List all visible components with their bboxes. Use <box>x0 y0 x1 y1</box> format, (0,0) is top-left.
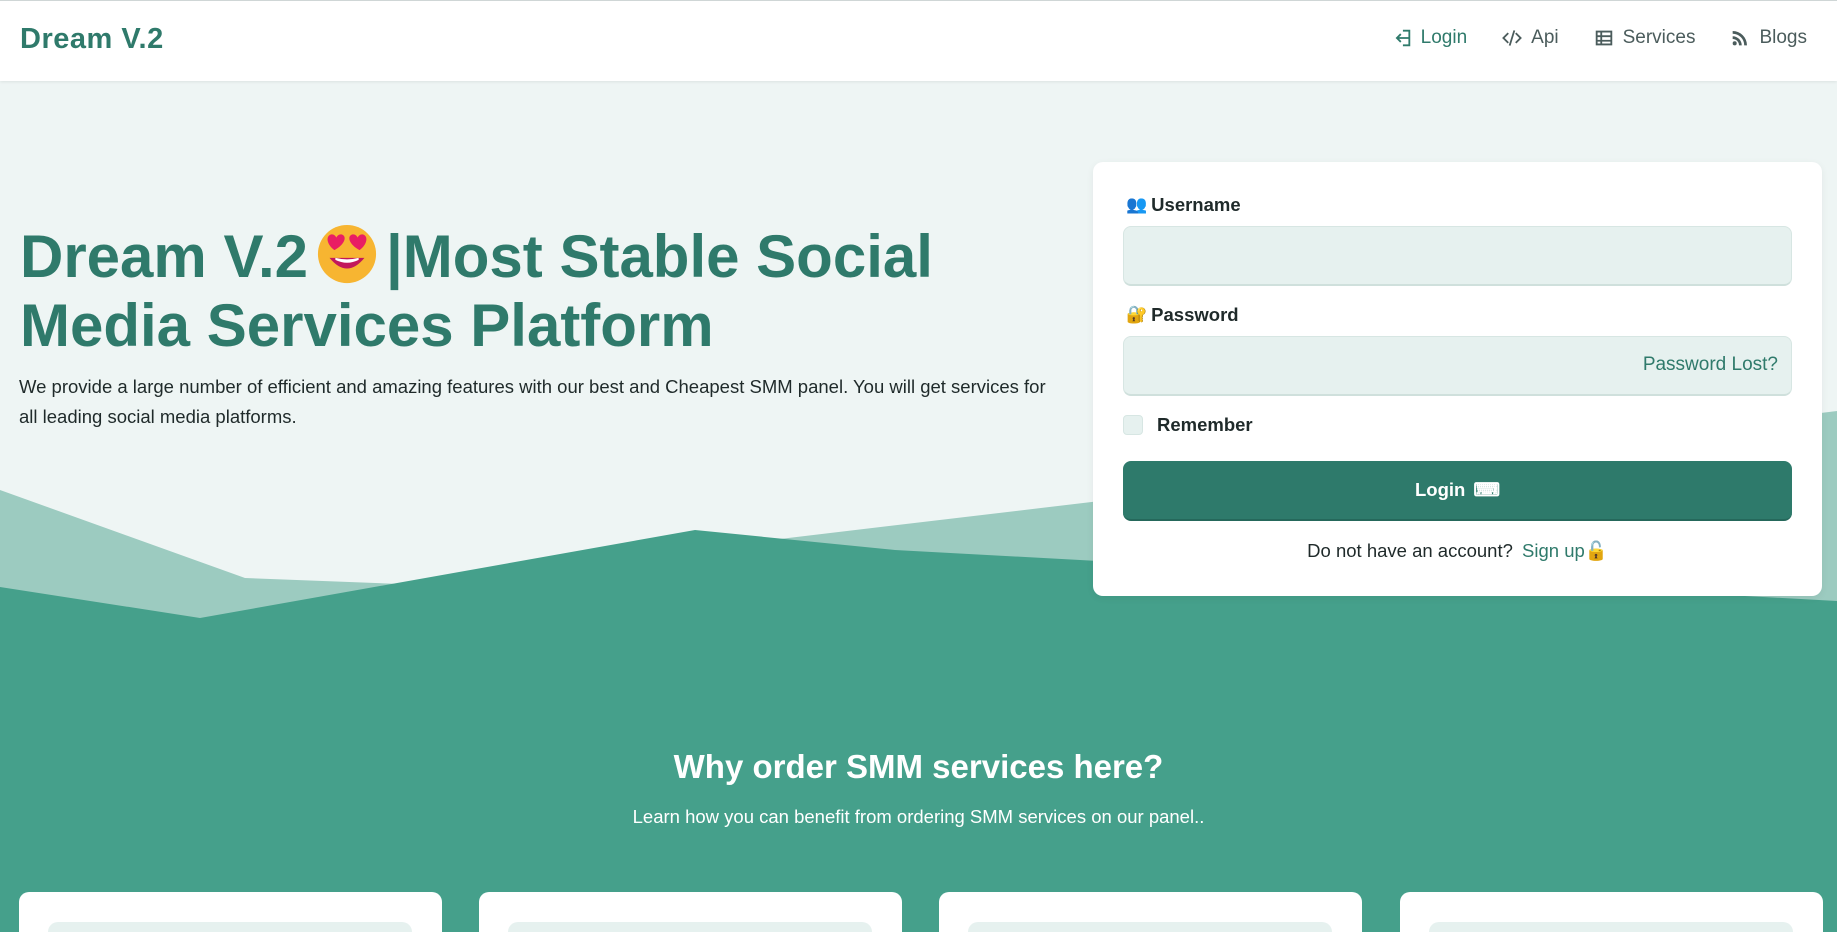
feature-card <box>19 892 442 932</box>
main-nav: Login Api Services Blogs <box>1391 27 1807 49</box>
password-lost-link[interactable]: Password Lost? <box>1643 354 1778 376</box>
signup-prompt: Do not have an account? Sign up🔓 <box>1307 540 1608 561</box>
username-label: 👥 Username <box>1126 194 1241 215</box>
users-icon: 👥 <box>1126 195 1148 214</box>
feature-card-header <box>508 922 872 932</box>
nav-services[interactable]: Services <box>1593 27 1695 49</box>
feature-card-header <box>48 922 412 932</box>
login-card: 👥 Username 🔐 Password Password Lost? Rem… <box>1093 162 1822 596</box>
remember-label: Remember <box>1157 414 1253 435</box>
remember-checkbox-row[interactable]: Remember <box>1123 414 1253 436</box>
star-struck-emoji-icon <box>317 224 377 284</box>
feature-card <box>479 892 902 932</box>
signup-link[interactable]: Sign up🔓 <box>1522 540 1608 561</box>
username-input[interactable] <box>1123 226 1792 286</box>
nav-login[interactable]: Login <box>1391 27 1467 49</box>
nav-api[interactable]: Api <box>1501 27 1559 49</box>
keyboard-icon: ⌨ <box>1473 479 1501 500</box>
remember-checkbox[interactable] <box>1123 415 1143 435</box>
login-button[interactable]: Login ⌨ <box>1123 461 1792 521</box>
hero-title-brand: Dream V.2 <box>20 223 308 290</box>
password-label: 🔐 Password <box>1126 304 1239 325</box>
feature-card-header <box>1429 922 1793 932</box>
hero-description: We provide a large number of efficient a… <box>19 376 1046 427</box>
nav-blogs[interactable]: Blogs <box>1729 27 1807 49</box>
lock-key-icon: 🔐 <box>1126 305 1148 324</box>
feature-card-header <box>968 922 1332 932</box>
feature-card <box>939 892 1362 932</box>
why-section-subtitle: Learn how you can benefit from ordering … <box>632 806 1205 827</box>
rss-icon <box>1733 31 1748 46</box>
brand-logo[interactable]: Dream V.2 <box>20 23 164 56</box>
why-section-title: Why order SMM services here? <box>673 748 1164 785</box>
feature-card <box>1400 892 1823 932</box>
code-icon <box>1502 30 1523 46</box>
unlock-icon: 🔓 <box>1584 540 1608 561</box>
list-icon <box>1595 30 1612 46</box>
top-navbar: Dream V.2 Login Api Services Blogs <box>0 0 1837 81</box>
sign-in-icon <box>1395 29 1410 47</box>
hero-title: Dream V.2 |Most Stable Social Media Serv… <box>20 222 1040 360</box>
